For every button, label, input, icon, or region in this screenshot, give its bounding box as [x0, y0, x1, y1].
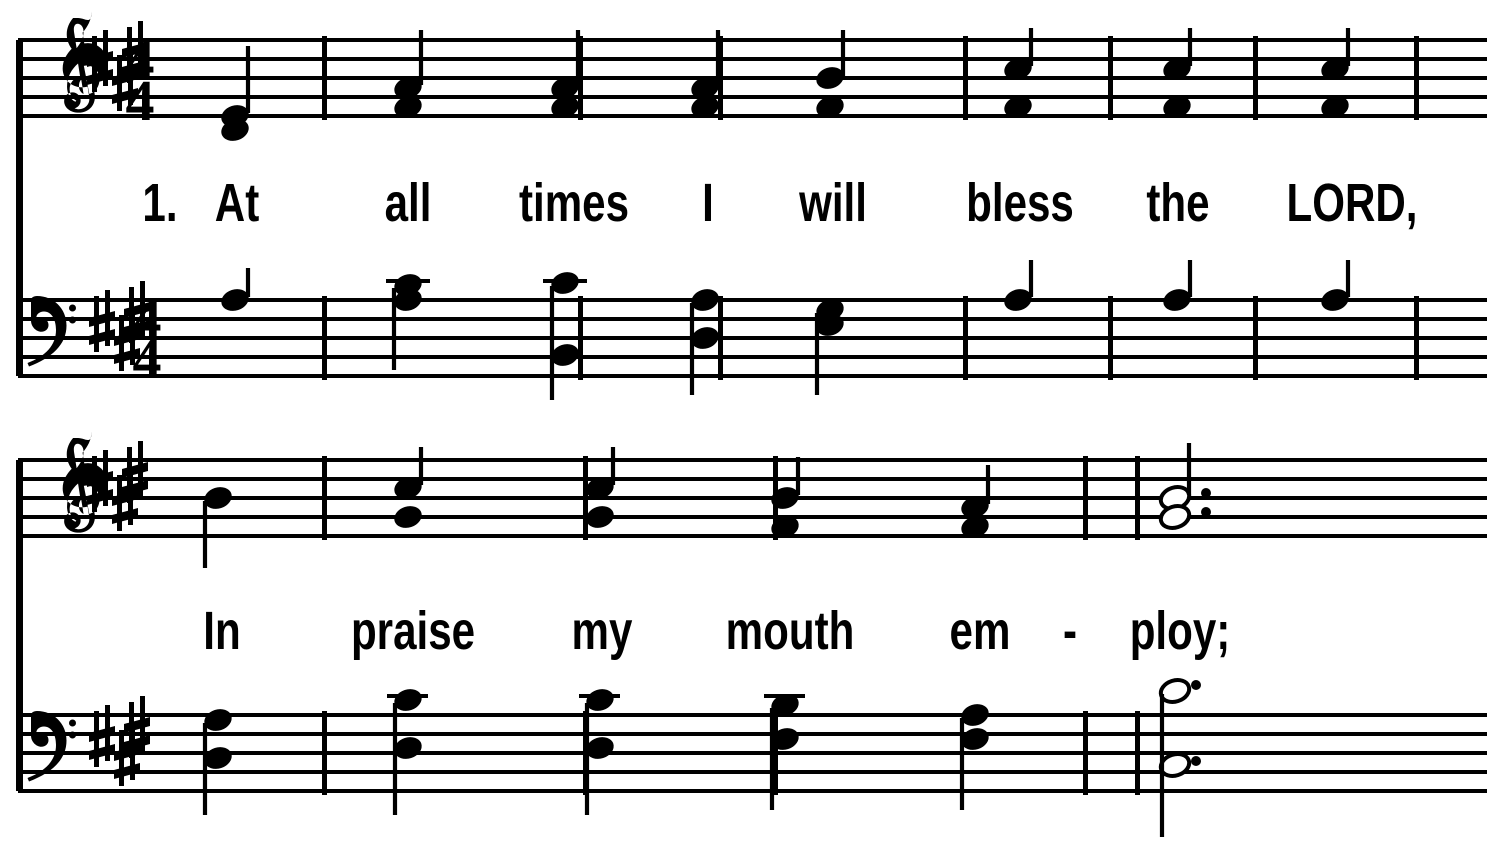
lyric-syllable: I — [702, 173, 714, 233]
lyric-syllable: the — [1146, 173, 1210, 233]
chord — [689, 289, 719, 395]
treble-notes-system-1 — [221, 28, 1351, 141]
time-signature-treble-1: 4 4 — [126, 28, 155, 133]
chord — [579, 689, 620, 815]
bass-staff-lines-2 — [18, 713, 1487, 793]
lyric-syllable: praise — [350, 601, 476, 661]
lyric-syllable: bless — [966, 173, 1074, 233]
chord — [1158, 678, 1201, 837]
chord — [394, 30, 424, 118]
lyric-syllable: ploy; — [1129, 601, 1231, 661]
chord — [691, 30, 721, 118]
lyric-syllable: At — [214, 173, 260, 233]
chord — [1004, 260, 1034, 311]
treble-staff-lines-2 — [18, 458, 1487, 538]
svg-text:4: 4 — [126, 68, 155, 133]
chord — [202, 709, 232, 815]
bass-notes-system-1 — [221, 260, 1351, 400]
lyric-syllable: will — [799, 173, 867, 233]
hymn-score-sheet: 4 4 4 4 1. At all times I will bless the… — [0, 0, 1500, 845]
music-system-1: 4 4 4 4 1. At all times I will bless the… — [0, 0, 1500, 410]
lyric-syllable: In — [203, 601, 241, 661]
bass-staff-lines-1 — [18, 298, 1487, 378]
chord — [814, 299, 844, 395]
chord — [202, 487, 232, 568]
chord — [221, 268, 251, 311]
chord — [1163, 260, 1193, 311]
lyric-syllable: mouth — [725, 601, 855, 661]
lyric-syllable: my — [571, 601, 633, 661]
barlines-system-1 — [322, 36, 1419, 380]
lyric-syllable: LORD, — [1286, 173, 1418, 233]
chord — [959, 704, 989, 810]
lyric-syllable: times — [518, 173, 630, 233]
chord — [1321, 260, 1351, 311]
bass-notes-system-2 — [202, 678, 1201, 837]
time-signature-bass-1: 4 4 — [133, 286, 162, 391]
treble-staff-lines-1 — [18, 38, 1487, 118]
chord — [961, 465, 991, 538]
system-brace-1 — [16, 40, 23, 376]
lyric-syllable: all — [384, 173, 432, 233]
lyric-syllable: 1. — [142, 173, 178, 233]
system-brace-2 — [16, 460, 23, 791]
lyric-syllable: em — [949, 601, 1011, 661]
chord — [551, 30, 581, 118]
svg-text:4: 4 — [133, 326, 162, 391]
chord — [816, 30, 846, 118]
music-system-2: In praise my mouth em - ploy; — [0, 425, 1500, 845]
lyric-hyphen: - — [1062, 601, 1078, 661]
chord — [387, 689, 428, 815]
